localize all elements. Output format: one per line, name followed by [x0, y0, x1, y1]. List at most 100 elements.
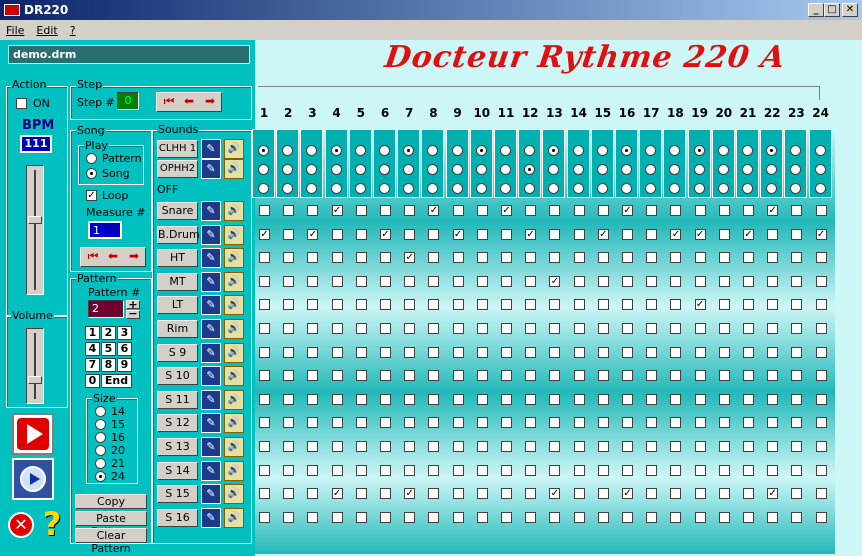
step-checkbox[interactable]: [622, 252, 633, 264]
edit-sound-icon[interactable]: ✎: [201, 484, 221, 505]
step-checkbox[interactable]: ✓: [525, 228, 537, 240]
step-checkbox[interactable]: [476, 323, 488, 334]
step-checkbox[interactable]: [791, 441, 803, 452]
step-checkbox[interactable]: [404, 393, 416, 405]
step-checkbox[interactable]: [476, 441, 488, 452]
step-checkbox[interactable]: [694, 205, 706, 216]
step-checkbox[interactable]: ✓: [404, 252, 416, 264]
step-back-icon[interactable]: ⬅: [179, 94, 199, 108]
step-checkbox[interactable]: [452, 346, 464, 358]
step-checkbox[interactable]: [743, 275, 754, 287]
step-checkbox[interactable]: [718, 323, 730, 334]
step-checkbox[interactable]: [622, 464, 633, 476]
step-checkbox[interactable]: [743, 205, 754, 216]
step-checkbox[interactable]: [622, 417, 633, 429]
keypad-key[interactable]: 1: [85, 326, 100, 340]
hihat-radio[interactable]: [379, 145, 390, 156]
sound-button[interactable]: B.Drum: [157, 225, 200, 244]
sound-button[interactable]: S 15: [157, 485, 198, 504]
step-checkbox[interactable]: [404, 417, 416, 429]
step-checkbox[interactable]: [743, 393, 754, 405]
step-checkbox[interactable]: [549, 346, 561, 358]
step-checkbox[interactable]: [670, 323, 682, 334]
step-checkbox[interactable]: [307, 252, 319, 264]
step-checkbox[interactable]: [259, 346, 270, 358]
step-checkbox[interactable]: [380, 299, 391, 311]
step-checkbox[interactable]: [646, 511, 658, 523]
step-checkbox[interactable]: [646, 441, 658, 452]
step-checkbox[interactable]: [597, 323, 609, 334]
step-checkbox[interactable]: [404, 441, 416, 452]
step-checkbox[interactable]: [718, 393, 730, 405]
edit-sound-icon[interactable]: ✎: [201, 271, 221, 292]
hihat-radio[interactable]: [258, 183, 269, 194]
step-checkbox[interactable]: [404, 370, 416, 382]
step-checkbox[interactable]: [549, 441, 561, 452]
step-checkbox[interactable]: [259, 323, 270, 334]
size-radio[interactable]: [95, 471, 106, 482]
step-checkbox[interactable]: [597, 370, 609, 382]
speaker-icon[interactable]: 🔊: [224, 437, 244, 457]
keypad-key[interactable]: 8: [101, 358, 116, 372]
step-checkbox[interactable]: [283, 464, 295, 476]
hihat-radio[interactable]: [596, 145, 608, 156]
step-checkbox[interactable]: [501, 275, 512, 287]
step-checkbox[interactable]: [476, 252, 488, 264]
step-checkbox[interactable]: [452, 393, 464, 405]
step-checkbox[interactable]: [718, 228, 730, 240]
step-checkbox[interactable]: [428, 299, 440, 311]
edit-sound-icon[interactable]: ✎: [201, 295, 221, 316]
step-checkbox[interactable]: [501, 393, 512, 405]
step-checkbox[interactable]: [452, 252, 464, 264]
step-checkbox[interactable]: [597, 205, 609, 216]
menu-edit[interactable]: Edit: [36, 24, 57, 37]
step-checkbox[interactable]: [767, 323, 779, 334]
speaker-icon[interactable]: 🔊: [224, 295, 244, 316]
step-checkbox[interactable]: [597, 488, 609, 500]
step-checkbox[interactable]: [646, 299, 658, 311]
step-checkbox[interactable]: [743, 511, 754, 523]
step-checkbox[interactable]: [670, 252, 682, 264]
step-checkbox[interactable]: [307, 299, 319, 311]
step-checkbox[interactable]: [670, 511, 682, 523]
step-checkbox[interactable]: [718, 417, 730, 429]
step-checkbox[interactable]: [307, 393, 319, 405]
step-checkbox[interactable]: [646, 252, 658, 264]
tempo-slider[interactable]: [26, 165, 44, 295]
rewind-icon[interactable]: ⏮: [159, 94, 179, 109]
hihat-radio[interactable]: [621, 145, 632, 156]
tempo-slider-thumb[interactable]: [28, 216, 42, 225]
hihat-radio[interactable]: [258, 145, 269, 156]
play-button[interactable]: [12, 413, 54, 455]
step-checkbox[interactable]: [525, 275, 537, 287]
step-checkbox[interactable]: [355, 511, 367, 523]
volume-slider-thumb[interactable]: [28, 376, 42, 385]
sound-button[interactable]: MT: [157, 272, 198, 291]
step-checkbox[interactable]: [743, 370, 754, 382]
step-checkbox[interactable]: [815, 370, 827, 382]
step-checkbox[interactable]: [573, 275, 585, 287]
step-checkbox[interactable]: [476, 275, 488, 287]
hihat-radio[interactable]: [475, 183, 487, 194]
step-checkbox[interactable]: [259, 370, 270, 382]
step-checkbox[interactable]: [355, 228, 367, 240]
step-checkbox[interactable]: [501, 323, 512, 334]
step-checkbox[interactable]: [670, 464, 682, 476]
step-checkbox[interactable]: [815, 511, 827, 523]
edit-sound-icon[interactable]: ✎: [201, 507, 221, 528]
step-checkbox[interactable]: [501, 370, 512, 382]
step-checkbox[interactable]: [307, 323, 319, 334]
step-checkbox[interactable]: [476, 299, 488, 311]
step-checkbox[interactable]: [380, 417, 391, 429]
step-checkbox[interactable]: ✓: [767, 205, 779, 216]
step-checkbox[interactable]: [428, 252, 440, 264]
step-checkbox[interactable]: [573, 299, 585, 311]
copy-pattern-button[interactable]: Copy pattern: [75, 494, 147, 521]
hihat-radio[interactable]: [451, 145, 463, 156]
step-checkbox[interactable]: ✓: [694, 299, 706, 311]
step-checkbox[interactable]: [718, 346, 730, 358]
step-checkbox[interactable]: ✓: [549, 275, 561, 287]
keypad-end-key[interactable]: End: [101, 374, 132, 388]
step-checkbox[interactable]: [767, 464, 779, 476]
sound-button[interactable]: CLHH 1: [157, 140, 198, 158]
